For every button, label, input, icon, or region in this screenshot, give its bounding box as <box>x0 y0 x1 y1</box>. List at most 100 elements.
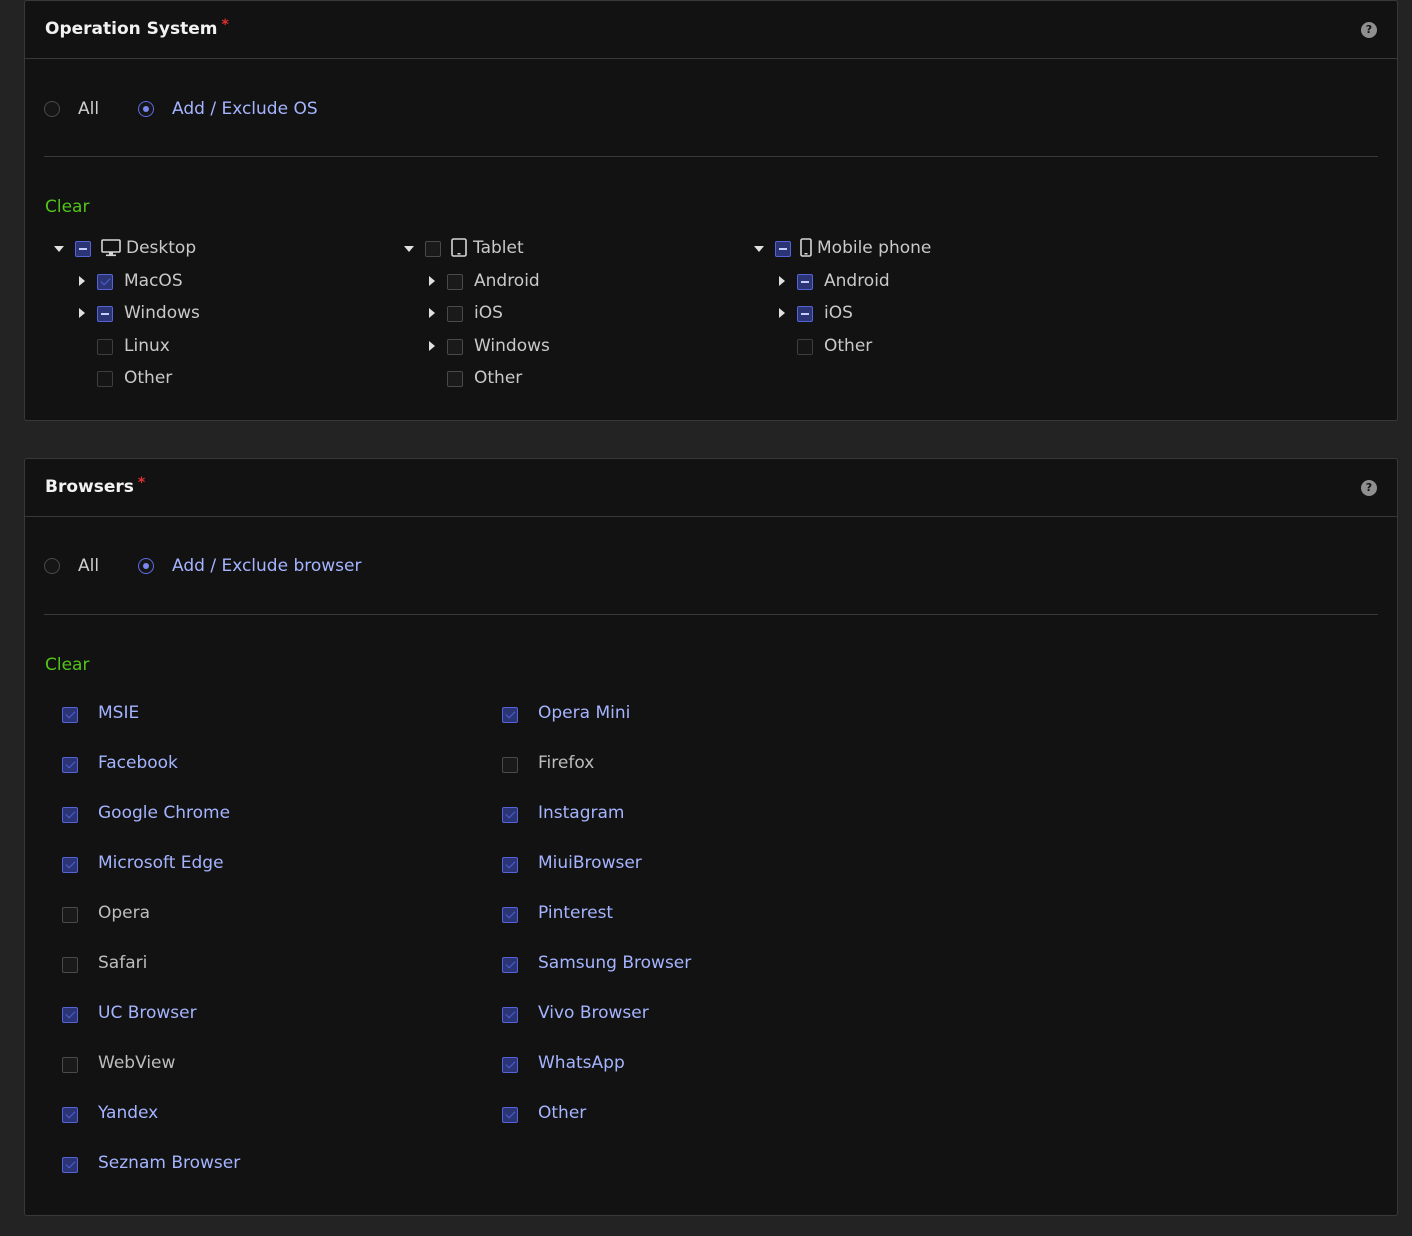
caret-right-icon[interactable] <box>79 276 85 286</box>
browser-checkbox[interactable] <box>502 907 518 923</box>
android-checkbox[interactable] <box>797 274 813 290</box>
tree-node-tablet-android[interactable]: Android <box>403 269 703 293</box>
browser-label: Vivo Browser <box>538 1003 649 1023</box>
android-checkbox[interactable] <box>447 274 463 290</box>
browser-radio-custom-label: Add / Exclude browser <box>172 556 362 576</box>
tablet-checkbox[interactable] <box>425 241 441 257</box>
android-label: Android <box>824 271 890 291</box>
caret-down-icon[interactable] <box>404 246 414 252</box>
other-checkbox[interactable] <box>97 371 113 387</box>
caret-right-icon[interactable] <box>429 341 435 351</box>
tree-node-mobile-other[interactable]: Other <box>753 334 1053 358</box>
browser-checkbox[interactable] <box>62 957 78 973</box>
browser-item-other[interactable]: Other <box>502 1103 902 1127</box>
caret-right-icon[interactable] <box>779 276 785 286</box>
browser-item-opera[interactable]: Opera <box>62 903 462 927</box>
browser-item-yandex[interactable]: Yandex <box>62 1103 462 1127</box>
browser-item-microsoft-edge[interactable]: Microsoft Edge <box>62 853 462 877</box>
radio-circle[interactable] <box>44 101 60 117</box>
windows-checkbox[interactable] <box>97 306 113 322</box>
os-panel-title: Operation System * <box>45 17 229 39</box>
browser-checkbox[interactable] <box>62 907 78 923</box>
tree-node-mobile-android[interactable]: Android <box>753 269 1053 293</box>
linux-label: Linux <box>124 336 170 356</box>
browser-item-samsung-browser[interactable]: Samsung Browser <box>502 953 902 977</box>
os-clear-link[interactable]: Clear <box>45 197 89 217</box>
browser-item-uc-browser[interactable]: UC Browser <box>62 1003 462 1027</box>
browser-label: MSIE <box>98 703 140 723</box>
help-icon[interactable]: ? <box>1361 22 1377 38</box>
browser-checkbox[interactable] <box>502 957 518 973</box>
browser-item-webview[interactable]: WebView <box>62 1053 462 1077</box>
caret-right-icon[interactable] <box>79 308 85 318</box>
tree-node-desktop[interactable]: Desktop <box>53 236 353 260</box>
browser-checkbox[interactable] <box>502 757 518 773</box>
browser-item-whatsapp[interactable]: WhatsApp <box>502 1053 902 1077</box>
browser-checkbox[interactable] <box>62 807 78 823</box>
mobile-phone-checkbox[interactable] <box>775 241 791 257</box>
browser-item-pinterest[interactable]: Pinterest <box>502 903 902 927</box>
linux-checkbox[interactable] <box>97 339 113 355</box>
windows-checkbox[interactable] <box>447 339 463 355</box>
tree-node-desktop-other[interactable]: Other <box>53 366 353 390</box>
browser-checkbox[interactable] <box>502 1107 518 1123</box>
caret-right-icon[interactable] <box>429 308 435 318</box>
browser-item-opera-mini[interactable]: Opera Mini <box>502 703 902 727</box>
browser-item-vivo-browser[interactable]: Vivo Browser <box>502 1003 902 1027</box>
browser-label: Other <box>538 1103 587 1123</box>
browser-checkbox[interactable] <box>62 857 78 873</box>
tree-node-desktop-windows[interactable]: Windows <box>53 301 353 325</box>
browser-checkbox[interactable] <box>502 857 518 873</box>
browser-label: Yandex <box>98 1103 159 1123</box>
os-tree-mobile-phone: Mobile phone Android iOS Other <box>753 236 1083 396</box>
browser-checkbox[interactable] <box>62 1057 78 1073</box>
browser-item-firefox[interactable]: Firefox <box>502 753 902 777</box>
tree-node-tablet-windows[interactable]: Windows <box>403 334 703 358</box>
browser-checkbox[interactable] <box>62 707 78 723</box>
caret-right-icon[interactable] <box>779 308 785 318</box>
tree-node-tablet[interactable]: Tablet <box>403 236 703 260</box>
tree-node-desktop-macos[interactable]: MacOS <box>53 269 353 293</box>
mobile-phone-label: Mobile phone <box>817 238 932 258</box>
tree-node-tablet-ios[interactable]: iOS <box>403 301 703 325</box>
browser-checkbox[interactable] <box>62 1157 78 1173</box>
browsers-clear-link[interactable]: Clear <box>45 655 89 675</box>
browsers-panel-header: Browsers * ? <box>25 459 1397 517</box>
desktop-icon <box>101 239 121 257</box>
radio-circle-selected[interactable] <box>138 101 154 117</box>
browser-item-google-chrome[interactable]: Google Chrome <box>62 803 462 827</box>
caret-right-icon[interactable] <box>429 276 435 286</box>
tree-node-desktop-linux[interactable]: Linux <box>53 334 353 358</box>
browser-item-instagram[interactable]: Instagram <box>502 803 902 827</box>
tree-node-tablet-other[interactable]: Other <box>403 366 703 390</box>
browser-checkbox[interactable] <box>502 807 518 823</box>
caret-down-icon[interactable] <box>54 246 64 252</box>
desktop-checkbox[interactable] <box>75 241 91 257</box>
browser-checkbox[interactable] <box>62 1107 78 1123</box>
other-label: Other <box>824 336 873 356</box>
os-tree-tablet: Tablet Android iOS Windows Other <box>403 236 733 396</box>
radio-circle[interactable] <box>44 558 60 574</box>
browser-item-safari[interactable]: Safari <box>62 953 462 977</box>
caret-down-icon[interactable] <box>754 246 764 252</box>
help-icon[interactable]: ? <box>1361 480 1377 496</box>
browser-checkbox[interactable] <box>62 757 78 773</box>
other-checkbox[interactable] <box>447 371 463 387</box>
tree-node-mobile-phone[interactable]: Mobile phone <box>753 236 1053 260</box>
browser-checkbox[interactable] <box>502 707 518 723</box>
macos-checkbox[interactable] <box>97 274 113 290</box>
browser-checkbox[interactable] <box>62 1007 78 1023</box>
browser-item-facebook[interactable]: Facebook <box>62 753 462 777</box>
other-checkbox[interactable] <box>797 339 813 355</box>
browser-checkbox[interactable] <box>502 1007 518 1023</box>
browser-item-msie[interactable]: MSIE <box>62 703 462 727</box>
ios-label: iOS <box>824 303 853 323</box>
browser-item-miuibrowser[interactable]: MiuiBrowser <box>502 853 902 877</box>
ios-checkbox[interactable] <box>447 306 463 322</box>
browser-checkbox[interactable] <box>502 1057 518 1073</box>
tree-node-mobile-ios[interactable]: iOS <box>753 301 1053 325</box>
browser-label: Safari <box>98 953 148 973</box>
browser-item-seznam-browser[interactable]: Seznam Browser <box>62 1153 462 1177</box>
ios-checkbox[interactable] <box>797 306 813 322</box>
radio-circle-selected[interactable] <box>138 558 154 574</box>
